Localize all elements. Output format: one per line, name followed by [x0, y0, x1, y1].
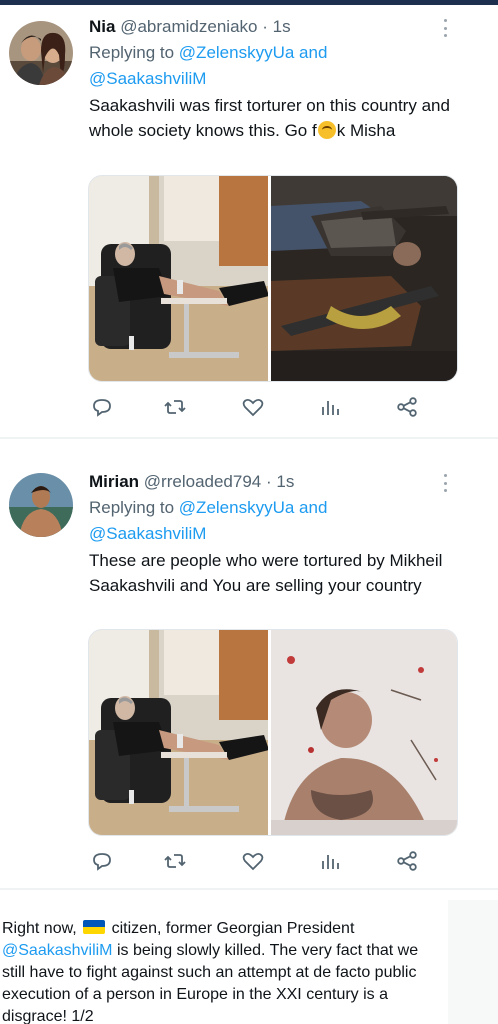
- mention-link[interactable]: @SaakashviliM: [89, 524, 206, 543]
- tweet-text: These are people who were tortured by Mi…: [89, 551, 443, 595]
- tweet-header: Nia @abramidzeniako · 1s: [89, 17, 291, 37]
- divider: [0, 888, 498, 890]
- share-icon[interactable]: [395, 395, 419, 419]
- upside-down-face-emoji-icon: [317, 121, 336, 139]
- divider: [0, 437, 498, 439]
- timestamp[interactable]: 1s: [273, 17, 291, 36]
- mention-link[interactable]: @ZelenskyyUa: [179, 43, 295, 62]
- retweet-icon[interactable]: [163, 395, 187, 419]
- mention-link[interactable]: @SaakashviliM: [2, 942, 113, 959]
- avatar[interactable]: [9, 21, 73, 85]
- replying-to-label: Replying to: [89, 498, 175, 517]
- share-icon[interactable]: [395, 849, 419, 873]
- user-handle[interactable]: @abramidzeniako: [120, 17, 257, 36]
- adjacent-panel: [448, 900, 498, 1024]
- tweet-actions: [88, 849, 428, 875]
- mention-link[interactable]: @SaakashviliM: [89, 69, 206, 88]
- more-icon[interactable]: [442, 474, 448, 492]
- media-grid[interactable]: [88, 175, 458, 382]
- post-text-part: Right now,: [2, 920, 77, 937]
- reply-and[interactable]: and: [299, 43, 327, 62]
- retweet-icon[interactable]: [163, 849, 187, 873]
- quoted-post-text: Right now, citizen, former Georgian Pres…: [0, 918, 445, 1024]
- like-icon[interactable]: [241, 395, 265, 419]
- display-name[interactable]: Nia: [89, 17, 115, 36]
- like-icon[interactable]: [241, 849, 265, 873]
- photo-bodies-with-rifles[interactable]: [271, 176, 457, 381]
- replying-to: Replying to @ZelenskyyUa and @Saakashvil…: [89, 495, 469, 547]
- reply-icon[interactable]: [90, 395, 114, 419]
- separator-dot: ·: [265, 472, 272, 491]
- display-name[interactable]: Mirian: [89, 472, 139, 491]
- photo-man-in-snow[interactable]: [271, 630, 457, 835]
- views-icon[interactable]: [318, 849, 342, 873]
- photo-man-in-chair[interactable]: [89, 630, 272, 835]
- media-grid[interactable]: [88, 629, 458, 836]
- replying-to: Replying to @ZelenskyyUa and @Saakashvil…: [89, 40, 469, 92]
- post-text-part: citizen, former Georgian President: [111, 920, 355, 937]
- photo-man-in-chair[interactable]: [89, 176, 272, 381]
- reply-and[interactable]: and: [299, 498, 327, 517]
- tweet-actions: [88, 395, 428, 421]
- tweet-text-part: k Misha: [336, 121, 396, 140]
- tweet[interactable]: Mirian @rreloaded794 · 1s Replying to @Z…: [0, 455, 498, 875]
- reply-icon[interactable]: [90, 849, 114, 873]
- tweet-text-part: Saakashvili was first torturer on this c…: [89, 96, 450, 140]
- timestamp[interactable]: 1s: [276, 472, 294, 491]
- separator-dot: ·: [262, 17, 268, 36]
- tweet[interactable]: Nia @abramidzeniako · 1s Replying to @Ze…: [0, 5, 498, 435]
- tweet-text: Saakashvili was first torturer on this c…: [89, 93, 469, 143]
- user-handle[interactable]: @rreloaded794: [144, 472, 261, 491]
- avatar[interactable]: [9, 473, 73, 537]
- ukraine-flag-icon: [83, 920, 106, 934]
- replying-to-label: Replying to: [89, 43, 175, 62]
- tweet-header: Mirian @rreloaded794 · 1s: [89, 472, 294, 492]
- more-icon[interactable]: [442, 19, 448, 37]
- mention-link[interactable]: @ZelenskyyUa: [179, 498, 295, 517]
- views-icon[interactable]: [318, 395, 342, 419]
